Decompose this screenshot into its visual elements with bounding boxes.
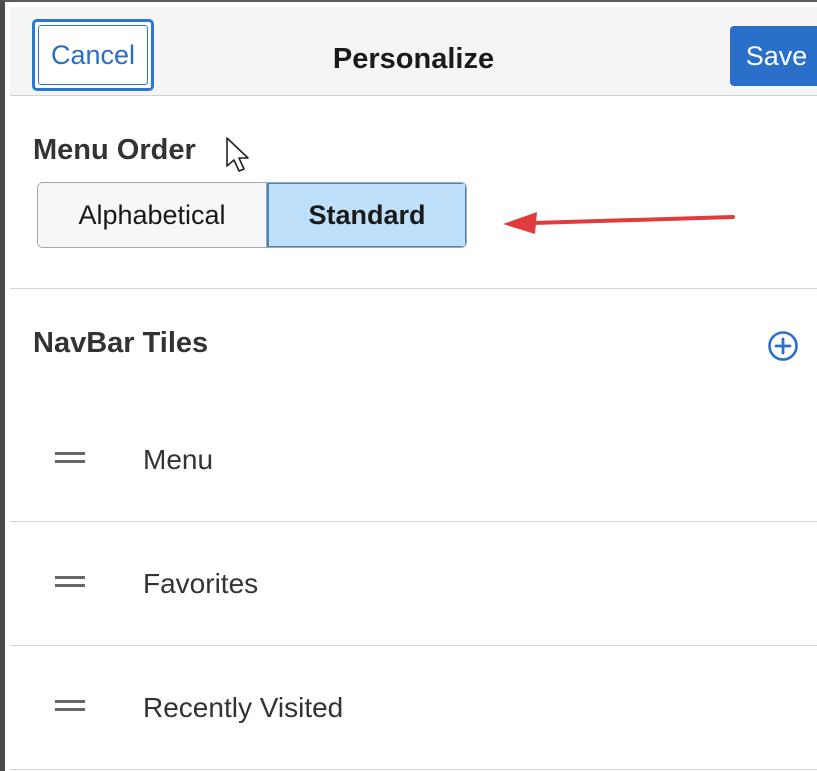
standard-option[interactable]: Standard bbox=[267, 183, 466, 247]
cancel-button[interactable]: Cancel bbox=[32, 19, 154, 91]
drag-handle-icon[interactable] bbox=[55, 699, 85, 716]
panel-header: Cancel Personalize Save bbox=[10, 7, 817, 96]
tile-label: Favorites bbox=[143, 567, 259, 599]
annotation-arrow-icon bbox=[503, 212, 735, 234]
list-item[interactable]: Menu bbox=[10, 398, 817, 522]
drag-handle-icon[interactable] bbox=[55, 575, 85, 592]
menu-order-toggle: Alphabetical Standard bbox=[37, 182, 467, 248]
save-button[interactable]: Save bbox=[730, 26, 817, 86]
list-item[interactable]: Recently Visited bbox=[10, 646, 817, 770]
list-item[interactable]: Favorites bbox=[10, 522, 817, 646]
mouse-pointer-icon bbox=[226, 137, 249, 172]
personalize-panel: Cancel Personalize Save Menu Order Alpha… bbox=[0, 0, 817, 771]
drag-handle-icon[interactable] bbox=[55, 451, 85, 468]
menu-order-heading: Menu Order bbox=[33, 134, 196, 166]
plus-circle-icon[interactable] bbox=[767, 330, 799, 362]
section-divider bbox=[10, 288, 817, 289]
tile-label: Menu bbox=[143, 443, 214, 475]
cancel-button-label: Cancel bbox=[38, 25, 148, 85]
tile-label: Recently Visited bbox=[143, 691, 344, 723]
alphabetical-option[interactable]: Alphabetical bbox=[38, 183, 267, 247]
navbar-tiles-heading: NavBar Tiles bbox=[33, 327, 209, 359]
